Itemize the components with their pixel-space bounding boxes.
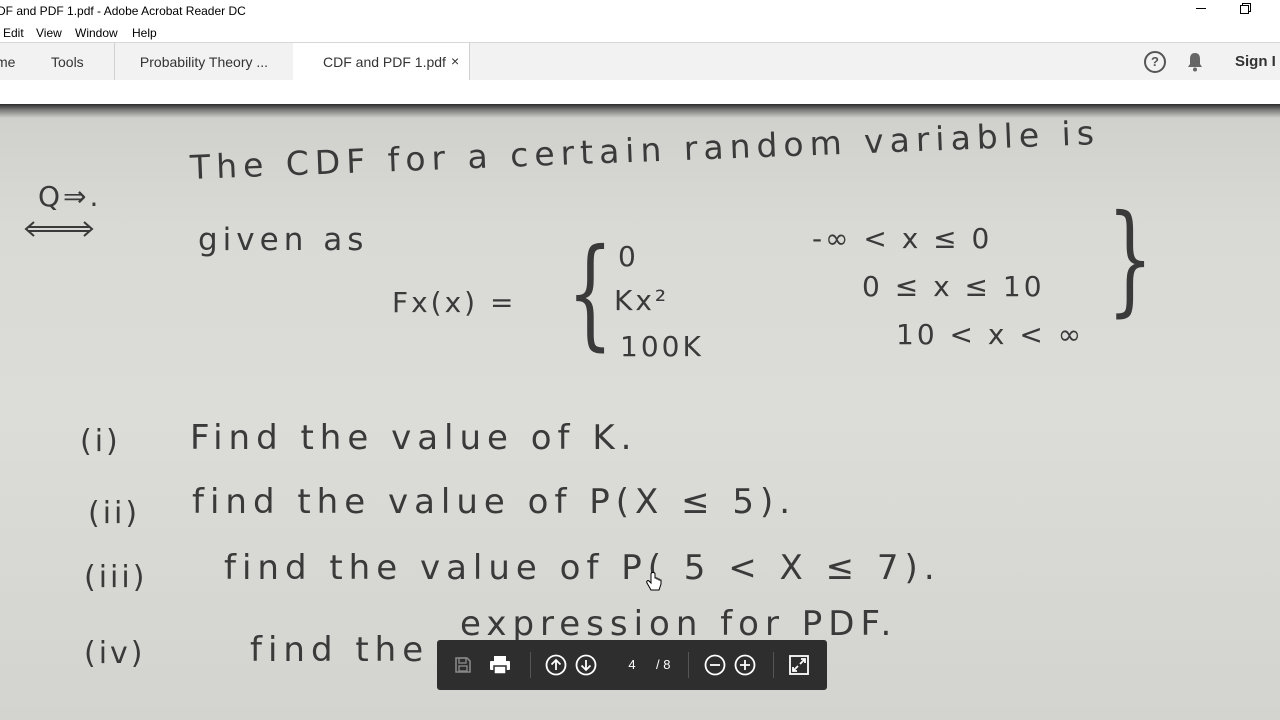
question-text-1: Find the value of K.: [190, 418, 638, 458]
tab-tools[interactable]: Tools: [51, 43, 84, 80]
bell-icon[interactable]: [1186, 52, 1204, 72]
tab-bar: me Tools Probability Theory ... CDF and …: [0, 42, 1280, 81]
question-num-4: (iv): [84, 636, 146, 671]
toolbar-strip: [0, 80, 1280, 104]
arrow-down-icon[interactable]: [574, 653, 598, 677]
question-num-3: (iii): [84, 560, 148, 595]
toolbar-separator: [530, 652, 531, 678]
hand-cursor-icon: [646, 572, 662, 591]
save-icon[interactable]: [451, 653, 475, 677]
menu-view[interactable]: View: [36, 26, 62, 40]
tab-probability-theory[interactable]: Probability Theory ...: [114, 43, 294, 80]
title-bar: DF and PDF 1.pdf - Adobe Acrobat Reader …: [0, 0, 1280, 22]
fit-page-icon[interactable]: [787, 653, 811, 677]
arrow-up-icon[interactable]: [544, 653, 568, 677]
floating-page-toolbar: 4 / 8: [437, 640, 827, 690]
tab-home-label: me: [0, 53, 16, 70]
question-text-3: find the value of P( 5 < X ≤ 7).: [224, 548, 941, 588]
case-cond-2: 0 ≤ x ≤ 10: [862, 270, 1045, 303]
menu-window[interactable]: Window: [75, 26, 118, 40]
question-line-1: The CDF for a certain random variable is: [189, 113, 1101, 187]
tab-cdf-and-pdf[interactable]: CDF and PDF 1.pdf ×: [293, 43, 470, 81]
question-num-2: (ii): [88, 496, 141, 531]
current-page-input[interactable]: 4: [618, 652, 646, 678]
case-cond-1: -∞ < x ≤ 0: [812, 222, 993, 255]
help-icon[interactable]: ?: [1144, 51, 1166, 73]
toolbar-separator: [773, 652, 774, 678]
close-tab-icon[interactable]: ×: [451, 53, 459, 69]
tab-doc2-label: CDF and PDF 1.pdf: [323, 54, 446, 70]
minimize-button[interactable]: [1178, 0, 1224, 22]
case-expr-3: 100K: [620, 330, 704, 363]
minimize-icon: [1196, 7, 1206, 9]
tab-tools-label: Tools: [51, 53, 84, 70]
function-label: Fx(x) =: [392, 286, 517, 319]
window-title: DF and PDF 1.pdf - Adobe Acrobat Reader …: [0, 4, 246, 18]
right-brace: }: [1107, 190, 1154, 329]
question-text-2: find the value of P(X ≤ 5).: [192, 482, 797, 522]
document-view[interactable]: Q⇒. The CDF for a certain random variabl…: [0, 104, 1280, 720]
case-expr-1: 0: [618, 240, 639, 273]
case-cond-3: 10 < x < ∞: [896, 318, 1085, 351]
toolbar-separator: [688, 652, 689, 678]
print-icon[interactable]: [488, 653, 512, 677]
menu-bar: Edit View Window Help: [0, 22, 1280, 42]
menu-edit[interactable]: Edit: [3, 26, 24, 40]
question-label: Q⇒.: [38, 180, 102, 213]
left-brace: {: [567, 224, 614, 363]
tab-home[interactable]: me: [0, 43, 26, 80]
question-num-1: (i): [80, 424, 121, 459]
zoom-in-icon[interactable]: [733, 653, 757, 677]
restore-button[interactable]: [1222, 0, 1268, 22]
sign-in-link[interactable]: Sign I: [1235, 53, 1276, 70]
total-pages: / 8: [656, 657, 671, 672]
double-arrow-mark: [24, 221, 94, 237]
tab-doc1-label: Probability Theory ...: [139, 53, 269, 70]
case-expr-2: Kx²: [614, 284, 670, 317]
question-text-4-continued: expression for PDF.: [460, 604, 898, 644]
question-text-4: find the: [250, 630, 430, 670]
menu-help[interactable]: Help: [132, 26, 157, 40]
zoom-out-icon[interactable]: [703, 653, 727, 677]
question-line-2: given as: [198, 222, 369, 258]
restore-icon: [1240, 3, 1251, 14]
